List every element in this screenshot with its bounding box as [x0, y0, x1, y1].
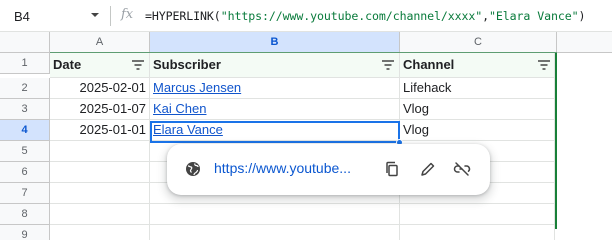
- empty-cell[interactable]: [400, 204, 555, 225]
- header-cell-channel[interactable]: Channel: [400, 53, 555, 78]
- filter-icon[interactable]: [538, 60, 550, 70]
- row-header-9[interactable]: 9: [0, 225, 50, 240]
- remove-link-button[interactable]: [451, 158, 473, 180]
- formula-comma: ,: [482, 9, 490, 23]
- empty-cell[interactable]: [150, 225, 400, 240]
- header-cell-subscriber[interactable]: Subscriber: [150, 53, 400, 78]
- channel-cell[interactable]: Lifehack: [400, 78, 555, 99]
- column-header-b[interactable]: B: [150, 32, 400, 53]
- empty-cell[interactable]: [50, 225, 150, 240]
- filter-icon[interactable]: [132, 60, 144, 70]
- row-header-4[interactable]: 4: [0, 120, 50, 141]
- channel-cell[interactable]: Vlog: [400, 99, 555, 120]
- column-header-c[interactable]: C: [400, 32, 557, 53]
- subscriber-link-cell[interactable]: Kai Chen: [150, 99, 400, 120]
- date-cell[interactable]: 2025-02-01: [50, 78, 150, 99]
- empty-cell[interactable]: [50, 183, 150, 204]
- header-channel-label: Channel: [403, 57, 455, 72]
- formula-input[interactable]: =HYPERLINK("https://www.youtube.com/chan…: [145, 9, 585, 23]
- empty-cell[interactable]: [400, 225, 555, 240]
- unlink-icon: [453, 162, 471, 176]
- caret-down-icon[interactable]: [90, 9, 100, 21]
- header-subscriber-label: Subscriber: [153, 57, 221, 72]
- date-cell[interactable]: 2025-01-01: [50, 120, 150, 141]
- formula-label-arg: "Elara Vance": [489, 9, 579, 23]
- formula-divider: [110, 6, 111, 26]
- header-date-label: Date: [53, 57, 82, 72]
- filter-icon[interactable]: [382, 60, 394, 70]
- row-header-2[interactable]: 2: [0, 78, 50, 99]
- table-top-border: [50, 52, 557, 53]
- row-header-5[interactable]: 5: [0, 141, 50, 162]
- row-header-1[interactable]: 1: [0, 53, 50, 74]
- empty-cell[interactable]: [150, 204, 400, 225]
- copy-icon: [386, 161, 398, 177]
- active-cell-selection: [150, 121, 400, 143]
- table-right-border: [555, 53, 557, 229]
- empty-cell[interactable]: [50, 141, 150, 162]
- select-all-corner[interactable]: [0, 32, 50, 53]
- link-url[interactable]: https://www.youtube...: [214, 160, 351, 176]
- column-header-a[interactable]: A: [50, 32, 150, 53]
- copy-link-button[interactable]: [381, 158, 403, 180]
- pencil-icon: [421, 162, 435, 176]
- row-header-3[interactable]: 3: [0, 99, 50, 120]
- subscriber-link-cell[interactable]: Marcus Jensen: [150, 78, 400, 99]
- empty-cell[interactable]: [50, 162, 150, 183]
- row-header-6[interactable]: 6: [0, 162, 50, 183]
- channel-cell[interactable]: Vlog: [400, 120, 555, 141]
- link-preview-card: https://www.youtube...: [167, 144, 490, 195]
- edit-link-button[interactable]: [417, 158, 439, 180]
- formula-bar: B4 fx =HYPERLINK("https://www.youtube.co…: [0, 0, 612, 32]
- name-box[interactable]: B4: [14, 9, 30, 24]
- formula-prefix: =HYPERLINK(: [145, 9, 221, 23]
- formula-url-arg: "https://www.youtube.com/channel/xxxx": [220, 9, 483, 23]
- globe-icon: [186, 162, 200, 176]
- row-header-8[interactable]: 8: [0, 204, 50, 225]
- date-cell[interactable]: 2025-01-07: [50, 99, 150, 120]
- formula-suffix: ): [578, 9, 586, 23]
- column-header-empty: [557, 32, 612, 53]
- empty-cell[interactable]: [50, 204, 150, 225]
- fx-icon: fx: [121, 7, 134, 22]
- row-header-7[interactable]: 7: [0, 183, 50, 204]
- header-cell-date[interactable]: Date: [50, 53, 150, 78]
